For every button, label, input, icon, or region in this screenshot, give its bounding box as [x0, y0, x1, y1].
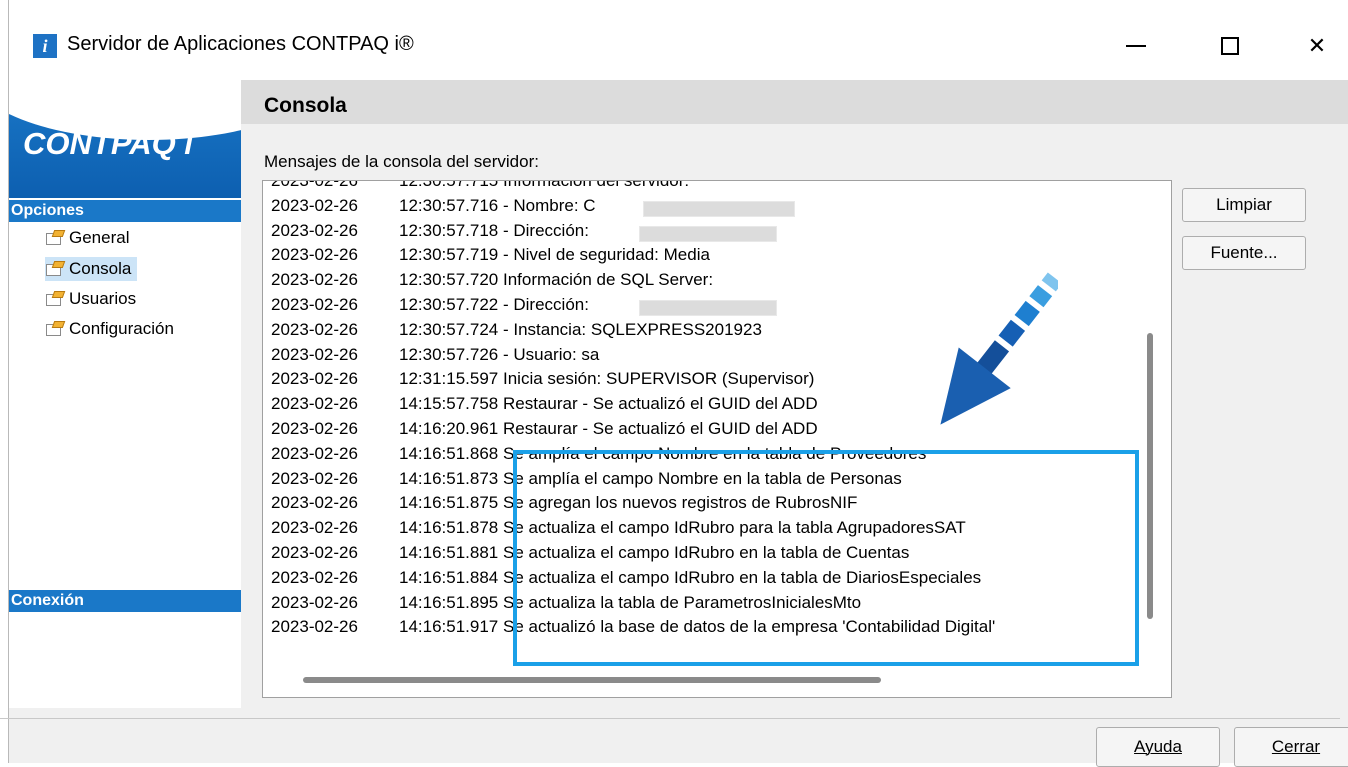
- sidebar-item-configuracion[interactable]: Configuración: [45, 317, 174, 341]
- footer-divider: [0, 718, 1340, 719]
- section-options[interactable]: Opciones: [9, 200, 241, 222]
- horizontal-scrollbar[interactable]: [303, 677, 881, 683]
- log-message: 12:30:57.719 - Nivel de seguridad: Media: [399, 245, 710, 265]
- maximize-icon: [1221, 37, 1239, 55]
- log-date: 2023-02-26: [271, 493, 358, 513]
- sidebar-item-general[interactable]: General: [45, 226, 129, 250]
- redacted-value: [643, 200, 795, 217]
- sidebar-item-label: Consola: [69, 259, 132, 278]
- sidebar: CONTPAQ i Opciones General Consola Usuar…: [9, 80, 241, 708]
- close-window-button[interactable]: ✕: [1287, 24, 1347, 68]
- sidebar-item-label: General: [69, 228, 130, 247]
- log-date: 2023-02-26: [271, 195, 358, 215]
- close-icon: ✕: [1307, 33, 1327, 58]
- log-message: 12:30:57.720 Información de SQL Server:: [399, 270, 714, 290]
- sidebar-banner: CONTPAQ i: [9, 80, 241, 198]
- log-date: 2023-02-26: [271, 394, 358, 414]
- settings-folder-icon: [45, 291, 66, 307]
- settings-folder-icon: [45, 321, 66, 337]
- help-button-label: Ayuda: [1134, 737, 1182, 756]
- log-date: 2023-02-26: [271, 369, 358, 389]
- log-date: 2023-02-26: [271, 617, 358, 637]
- log-date: 2023-02-26: [271, 245, 358, 265]
- log-message: 14:15:57.758 Restaurar - Se actualizó el…: [399, 394, 818, 414]
- settings-folder-icon: [45, 261, 66, 277]
- sidebar-item-label: Configuración: [69, 319, 174, 338]
- log-date: 2023-02-26: [271, 319, 358, 339]
- arrow-down-left-icon: [940, 272, 1058, 425]
- contpaqi-logo: CONTPAQ i: [23, 126, 193, 161]
- close-button[interactable]: Cerrar: [1234, 727, 1348, 767]
- sidebar-item-consola[interactable]: Consola: [45, 257, 138, 281]
- log-message: 12:30:57.718 - Dirección:: [399, 220, 589, 240]
- log-date: 2023-02-26: [271, 295, 358, 314]
- log-date: 2023-02-26: [271, 567, 358, 587]
- sidebar-item-label: Usuarios: [69, 289, 137, 308]
- font-button[interactable]: Fuente...: [1182, 236, 1306, 270]
- log-date: 2023-02-26: [271, 518, 358, 538]
- close-button-label: Cerrar: [1271, 737, 1321, 756]
- log-date: 2023-02-26: [271, 344, 358, 364]
- vertical-scrollbar[interactable]: [1147, 333, 1153, 619]
- log-date: 2023-02-26: [271, 468, 358, 488]
- log-date: 2023-02-26: [271, 443, 358, 463]
- highlight-box: [513, 450, 1139, 666]
- minimize-button[interactable]: [1106, 24, 1166, 68]
- log-date: 2023-02-26: [271, 220, 358, 240]
- log-date: 2023-02-26: [271, 419, 358, 438]
- log-date: 2023-02-26: [271, 180, 358, 190]
- sidebar-item-usuarios[interactable]: Usuarios: [45, 287, 136, 311]
- log-date: 2023-02-26: [271, 592, 358, 612]
- log-message: 12:30:57.722 - Dirección:: [399, 295, 589, 314]
- redacted-value: [639, 300, 777, 316]
- log-message: 12:30:57.715 Información del servidor:: [399, 180, 690, 190]
- help-button[interactable]: Ayuda: [1096, 727, 1220, 767]
- log-message: 12:30:57.724 - Instancia: SQLEXPRESS2019…: [399, 319, 762, 339]
- log-date: 2023-02-26: [271, 270, 358, 290]
- log-message: 12:30:57.726 - Usuario: sa: [399, 344, 600, 364]
- settings-folder-icon: [45, 230, 66, 246]
- log-message: 12:31:15.597 Inicia sesión: SUPERVISOR (…: [399, 369, 815, 389]
- title-bar: i Servidor de Aplicaciones CONTPAQ i® ✕: [9, 0, 1348, 80]
- window-title: Servidor de Aplicaciones CONTPAQ i®: [67, 33, 414, 55]
- minimize-icon: [1126, 45, 1146, 47]
- page-title: Consola: [264, 94, 347, 117]
- app-icon: i: [33, 34, 57, 58]
- console-label: Mensajes de la consola del servidor:: [264, 152, 539, 171]
- content-header: [241, 80, 1348, 124]
- redacted-value: [639, 225, 777, 242]
- maximize-button[interactable]: [1200, 24, 1260, 68]
- section-connection[interactable]: Conexión: [9, 590, 241, 612]
- log-message: 12:30:57.716 - Nombre: C: [399, 195, 596, 215]
- log-date: 2023-02-26: [271, 543, 358, 562]
- log-message: 14:16:20.961 Restaurar - Se actualizó el…: [399, 419, 818, 438]
- clear-button[interactable]: Limpiar: [1182, 188, 1306, 222]
